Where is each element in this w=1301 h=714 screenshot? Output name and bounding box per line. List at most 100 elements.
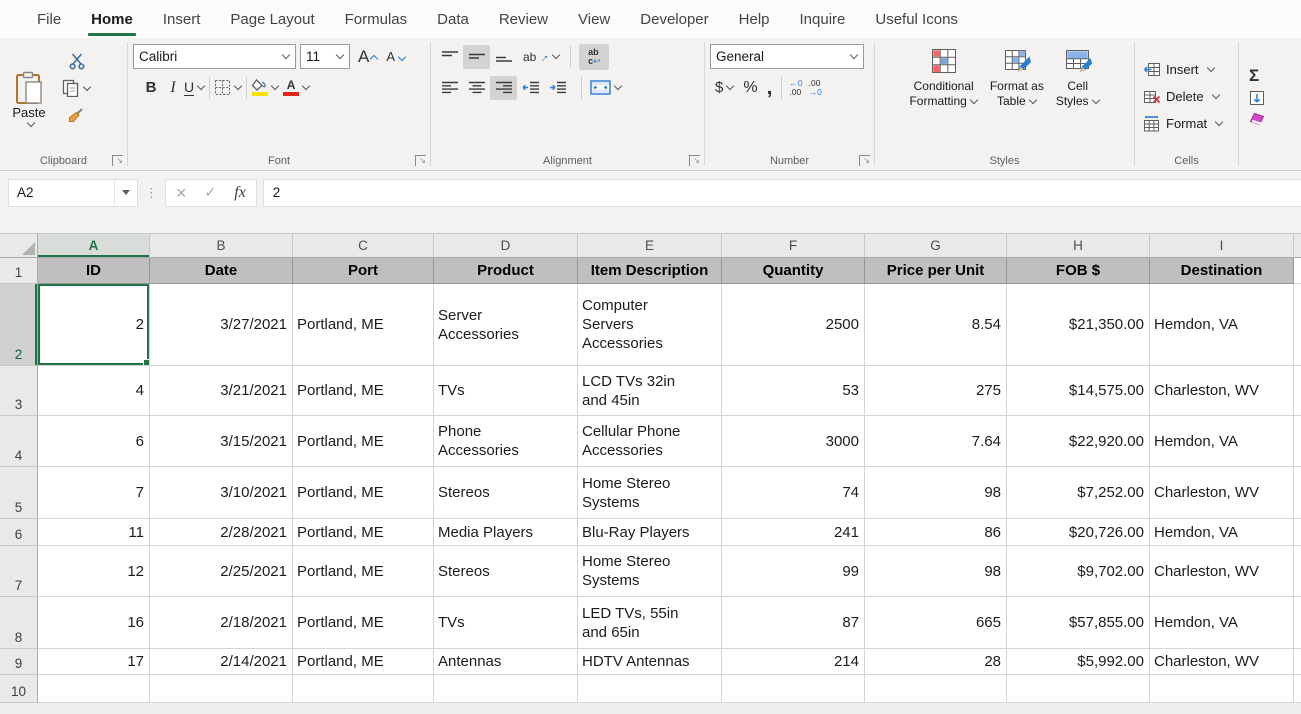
font-color-button[interactable]: A xyxy=(283,79,310,96)
cell-A4[interactable]: 6 xyxy=(38,416,150,467)
cell-I2[interactable]: Hemdon, VA xyxy=(1150,284,1294,366)
increase-font-size-button[interactable]: A xyxy=(358,47,378,67)
cell-E3[interactable]: LCD TVs 32in and 45in xyxy=(578,366,722,416)
cell-A6[interactable]: 11 xyxy=(38,519,150,546)
select-all-corner[interactable] xyxy=(0,233,38,258)
cell-C6[interactable]: Portland, ME xyxy=(293,519,434,546)
cell-I8[interactable]: Hemdon, VA xyxy=(1150,597,1294,649)
number-dialog-launcher[interactable]: ↘ xyxy=(859,155,870,166)
cell-A2[interactable]: 2 xyxy=(38,284,150,366)
italic-button[interactable]: I xyxy=(162,79,184,97)
comma-style-button[interactable]: , xyxy=(767,83,773,93)
cell-F1[interactable]: Quantity xyxy=(722,258,865,284)
cell-B5[interactable]: 3/10/2021 xyxy=(150,467,293,519)
cell-A7[interactable]: 12 xyxy=(38,546,150,597)
cell-A8[interactable]: 16 xyxy=(38,597,150,649)
cell-E5[interactable]: Home Stereo Systems xyxy=(578,467,722,519)
cell-H1[interactable]: FOB $ xyxy=(1007,258,1150,284)
format-painter-button[interactable] xyxy=(62,105,91,125)
cell-A9[interactable]: 17 xyxy=(38,649,150,675)
cell-B7[interactable]: 2/25/2021 xyxy=(150,546,293,597)
conditional-formatting-button[interactable]: Conditional Formatting xyxy=(903,41,983,152)
tab-insert[interactable]: Insert xyxy=(148,0,216,38)
tab-developer[interactable]: Developer xyxy=(625,0,723,38)
cell-D2[interactable]: Server Accessories xyxy=(434,284,578,366)
font-dialog-launcher[interactable]: ↘ xyxy=(415,155,426,166)
column-header-D[interactable]: D xyxy=(434,233,578,258)
row-header-7[interactable]: 7 xyxy=(0,546,38,597)
row-header-9[interactable]: 9 xyxy=(0,649,38,675)
column-header-G[interactable]: G xyxy=(865,233,1007,258)
name-box[interactable]: A2 xyxy=(8,179,138,207)
cell-F7[interactable]: 99 xyxy=(722,546,865,597)
fill-handle[interactable] xyxy=(143,359,150,366)
row-header-4[interactable]: 4 xyxy=(0,416,38,467)
cell-C3[interactable]: Portland, ME xyxy=(293,366,434,416)
row-header-10[interactable]: 10 xyxy=(0,675,38,703)
cell-B9[interactable]: 2/14/2021 xyxy=(150,649,293,675)
cell-E10[interactable] xyxy=(578,675,722,703)
top-align-button[interactable] xyxy=(436,45,463,69)
cell-D5[interactable]: Stereos xyxy=(434,467,578,519)
copy-button[interactable] xyxy=(62,78,91,98)
cell-F4[interactable]: 3000 xyxy=(722,416,865,467)
align-center-button[interactable] xyxy=(463,76,490,100)
format-cells-button[interactable]: Format xyxy=(1143,111,1238,136)
cell-B6[interactable]: 2/28/2021 xyxy=(150,519,293,546)
tab-help[interactable]: Help xyxy=(724,0,785,38)
cell-D1[interactable]: Product xyxy=(434,258,578,284)
delete-cells-button[interactable]: Delete xyxy=(1143,84,1238,109)
cell-A5[interactable]: 7 xyxy=(38,467,150,519)
name-box-dropdown[interactable] xyxy=(115,190,137,195)
cell-D3[interactable]: TVs xyxy=(434,366,578,416)
clipboard-dialog-launcher[interactable]: ↘ xyxy=(112,155,123,166)
cell-I10[interactable] xyxy=(1150,675,1294,703)
cell-H8[interactable]: $57,855.00 xyxy=(1007,597,1150,649)
cell-I4[interactable]: Hemdon, VA xyxy=(1150,416,1294,467)
cell-C2[interactable]: Portland, ME xyxy=(293,284,434,366)
cell-C1[interactable]: Port xyxy=(293,258,434,284)
tab-home[interactable]: Home xyxy=(76,0,148,38)
insert-cells-button[interactable]: Insert xyxy=(1143,57,1238,82)
cut-button[interactable] xyxy=(62,51,91,71)
cell-E6[interactable]: Blu-Ray Players xyxy=(578,519,722,546)
accounting-format-button[interactable]: $ xyxy=(715,79,734,96)
align-left-button[interactable] xyxy=(436,76,463,100)
underline-button[interactable]: U xyxy=(184,80,205,96)
column-header-B[interactable]: B xyxy=(150,233,293,258)
cell-E4[interactable]: Cellular Phone Accessories xyxy=(578,416,722,467)
tab-useful-icons[interactable]: Useful Icons xyxy=(860,0,973,38)
cell-G9[interactable]: 28 xyxy=(865,649,1007,675)
cell-D4[interactable]: Phone Accessories xyxy=(434,416,578,467)
cell-B10[interactable] xyxy=(150,675,293,703)
cell-C10[interactable] xyxy=(293,675,434,703)
align-right-button[interactable] xyxy=(490,76,517,100)
autosum-button[interactable]: Σ xyxy=(1249,67,1301,84)
merge-center-button[interactable] xyxy=(590,80,622,95)
cell-H5[interactable]: $7,252.00 xyxy=(1007,467,1150,519)
tab-data[interactable]: Data xyxy=(422,0,484,38)
tab-inquire[interactable]: Inquire xyxy=(785,0,861,38)
cell-H4[interactable]: $22,920.00 xyxy=(1007,416,1150,467)
number-format-combo[interactable]: General xyxy=(710,44,864,69)
cell-G6[interactable]: 86 xyxy=(865,519,1007,546)
fill-button[interactable] xyxy=(1249,90,1301,106)
clear-button[interactable] xyxy=(1249,112,1301,126)
row-header-8[interactable]: 8 xyxy=(0,597,38,649)
column-header-F[interactable]: F xyxy=(722,233,865,258)
cell-B1[interactable]: Date xyxy=(150,258,293,284)
cell-D8[interactable]: TVs xyxy=(434,597,578,649)
decrease-font-size-button[interactable]: A xyxy=(386,49,406,64)
cell-F8[interactable]: 87 xyxy=(722,597,865,649)
cell-G5[interactable]: 98 xyxy=(865,467,1007,519)
cell-G7[interactable]: 98 xyxy=(865,546,1007,597)
cell-F2[interactable]: 2500 xyxy=(722,284,865,366)
decrease-indent-button[interactable] xyxy=(517,76,544,100)
wrap-text-button[interactable]: abc↩ xyxy=(579,44,609,70)
cell-F10[interactable] xyxy=(722,675,865,703)
format-as-table-button[interactable]: Format as Table xyxy=(984,41,1050,152)
row-header-1[interactable]: 1 xyxy=(0,258,38,284)
cell-C9[interactable]: Portland, ME xyxy=(293,649,434,675)
cell-C7[interactable]: Portland, ME xyxy=(293,546,434,597)
cell-G10[interactable] xyxy=(865,675,1007,703)
